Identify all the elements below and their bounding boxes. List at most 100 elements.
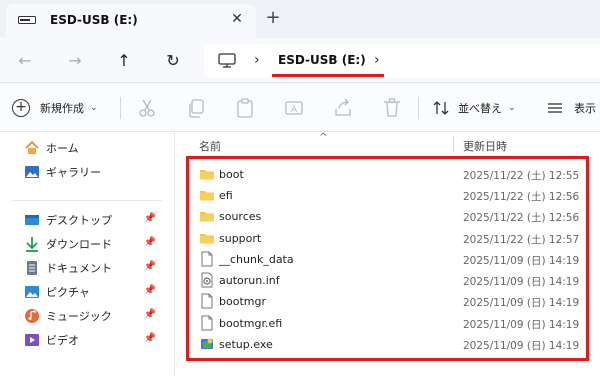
refresh-icon[interactable]: ↻ <box>162 50 184 72</box>
highlight-underline <box>272 74 384 77</box>
sort-ascending-icon: ^ <box>319 132 328 143</box>
usb-drive-icon <box>18 16 36 24</box>
new-button[interactable]: + 新規作成 ⌄ <box>12 97 98 119</box>
file-row[interactable]: bootmgr 2025/11/09 (日) 14:19 <box>195 291 595 312</box>
file-row[interactable]: bootmgr.efi 2025/11/09 (日) 14:19 <box>195 313 595 334</box>
settings-file-icon <box>201 272 213 288</box>
videos-icon <box>25 334 39 346</box>
pin-icon[interactable]: 📌 <box>144 309 156 320</box>
file-icon <box>201 315 213 331</box>
gallery-icon <box>25 166 39 178</box>
file-row[interactable]: efi 2025/11/22 (土) 12:56 <box>195 185 595 206</box>
file-list: ^ 名前 更新日時 boot 2025/11/22 (土) 12:55 efi … <box>175 132 600 376</box>
view-label: 表示 <box>574 102 596 115</box>
column-header-name[interactable]: 名前 <box>199 138 221 154</box>
pictures-icon <box>25 286 39 298</box>
sidebar-item-downloads[interactable]: ダウンロード 📌 <box>24 233 164 255</box>
file-row[interactable]: boot 2025/11/22 (土) 12:55 <box>195 164 595 185</box>
new-label: 新規作成 <box>40 102 84 115</box>
home-icon <box>25 140 39 154</box>
file-date: 2025/11/09 (日) 14:19 <box>463 319 580 331</box>
file-name: efi <box>219 189 233 202</box>
sort-button[interactable]: 並べ替え ⌄ <box>432 97 516 119</box>
forward-icon[interactable]: → <box>64 50 86 72</box>
desktop-icon <box>25 215 39 225</box>
close-tab-icon[interactable]: ✕ <box>228 10 246 28</box>
folder-icon <box>200 191 214 201</box>
folder-icon <box>200 234 214 244</box>
sidebar-item-label: ダウンロード <box>46 238 112 251</box>
file-name: autorun.inf <box>219 274 280 287</box>
documents-icon <box>27 261 37 275</box>
new-tab-button[interactable]: + <box>262 8 284 30</box>
delete-icon[interactable] <box>381 97 403 119</box>
file-date: 2025/11/09 (日) 14:19 <box>463 297 580 309</box>
sidebar-item-videos[interactable]: ビデオ 📌 <box>24 329 164 351</box>
file-row[interactable]: autorun.inf 2025/11/09 (日) 14:19 <box>195 270 595 291</box>
sidebar-item-documents[interactable]: ドキュメント 📌 <box>24 257 164 279</box>
breadcrumb-separator[interactable]: › <box>374 52 380 68</box>
up-icon[interactable]: ↑ <box>113 50 135 72</box>
file-name: __chunk_data <box>219 253 294 266</box>
breadcrumb-separator[interactable]: › <box>254 52 260 68</box>
tab-title: ESD-USB (E:) <box>50 13 138 27</box>
sidebar-item-label: ピクチャ <box>46 286 90 299</box>
folder-icon <box>200 212 214 222</box>
column-header-date[interactable]: 更新日時 <box>463 138 507 154</box>
back-icon[interactable]: ← <box>14 50 36 72</box>
column-divider[interactable] <box>453 136 454 152</box>
sidebar-item-music[interactable]: ミュージック 📌 <box>24 305 164 327</box>
toolbar-divider <box>120 97 121 119</box>
svg-text:A: A <box>291 105 298 115</box>
pin-icon[interactable]: 📌 <box>144 213 156 224</box>
file-name: support <box>219 232 262 245</box>
sidebar-item-label: ホーム <box>46 142 79 155</box>
file-name: bootmgr <box>219 295 266 308</box>
folder-icon <box>200 170 214 180</box>
toolbar-divider <box>418 97 419 119</box>
computer-icon[interactable] <box>218 53 236 68</box>
sort-label: 並べ替え <box>458 102 502 115</box>
share-icon[interactable] <box>332 97 354 119</box>
pin-icon[interactable]: 📌 <box>144 261 156 272</box>
copy-icon[interactable] <box>185 97 207 119</box>
file-icon <box>201 251 213 267</box>
sidebar-item-home[interactable]: ホーム <box>24 137 164 159</box>
file-date: 2025/11/09 (日) 14:19 <box>463 340 580 352</box>
file-row[interactable]: __chunk_data 2025/11/09 (日) 14:19 <box>195 249 595 270</box>
sidebar-item-label: ミュージック <box>46 310 112 323</box>
pin-icon[interactable]: 📌 <box>144 237 156 248</box>
setup-exe-icon <box>201 338 213 349</box>
sidebar-item-pictures[interactable]: ピクチャ 📌 <box>24 281 164 303</box>
file-date: 2025/11/22 (土) 12:56 <box>463 212 580 224</box>
download-icon <box>26 237 38 252</box>
file-icon <box>201 293 213 309</box>
file-name: bootmgr.efi <box>219 317 283 330</box>
file-name: sources <box>219 210 262 223</box>
sidebar-item-label: ギャラリー <box>46 166 101 179</box>
address-bar[interactable]: › ESD-USB (E:) › <box>204 44 600 78</box>
address-row: ← → ↑ ↻ › ESD-USB (E:) › <box>0 38 600 82</box>
navigation-pane: ホーム ギャラリー デスクトップ 📌 ダウンロード 📌 ドキュメント 📌 ピクチ… <box>0 132 175 376</box>
title-bar: ESD-USB (E:) ✕ + <box>0 0 600 38</box>
file-name: boot <box>219 168 244 181</box>
tab-esd-usb[interactable]: ESD-USB (E:) ✕ <box>6 4 256 38</box>
paste-icon[interactable] <box>234 97 256 119</box>
sidebar-item-desktop[interactable]: デスクトップ 📌 <box>24 209 164 231</box>
sidebar-item-label: ドキュメント <box>46 262 112 275</box>
pin-icon[interactable]: 📌 <box>144 285 156 296</box>
file-name: setup.exe <box>219 338 273 351</box>
plus-icon: + <box>12 99 30 117</box>
breadcrumb-esd-usb[interactable]: ESD-USB (E:) <box>278 53 366 67</box>
file-row[interactable]: setup.exe 2025/11/09 (日) 14:19 <box>195 334 595 355</box>
view-list-icon <box>548 103 562 113</box>
sidebar-item-label: ビデオ <box>46 334 79 347</box>
file-row[interactable]: support 2025/11/22 (土) 12:57 <box>195 228 595 249</box>
chevron-down-icon: ⌄ <box>90 103 98 113</box>
file-row[interactable]: sources 2025/11/22 (土) 12:56 <box>195 206 595 227</box>
view-button[interactable]: 表示 <box>546 97 596 119</box>
pin-icon[interactable]: 📌 <box>144 333 156 344</box>
cut-icon[interactable] <box>136 97 158 119</box>
sidebar-item-gallery[interactable]: ギャラリー <box>24 161 164 183</box>
rename-icon[interactable]: A <box>283 97 305 119</box>
